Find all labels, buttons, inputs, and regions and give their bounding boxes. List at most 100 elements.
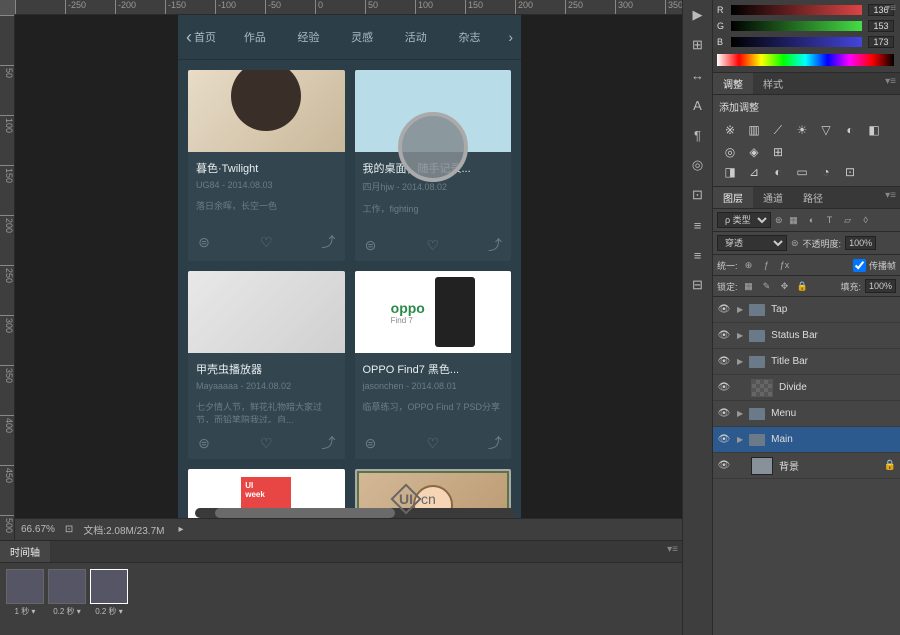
scrollbar-horizontal[interactable] [195,508,515,518]
visibility-icon[interactable]: 👁 [717,382,731,393]
layer-item[interactable]: 👁Divide [713,375,900,401]
b-value[interactable]: 173 [868,36,894,48]
g-slider[interactable] [731,21,862,31]
tool-icon[interactable]: A [687,94,709,116]
vibrance-icon[interactable]: ▽ [817,122,835,138]
card[interactable]: 我的桌面，随手记录...四月hjw - 2014.08.02工作，fightin… [355,70,512,261]
tool-icon[interactable]: ↔ [687,64,709,86]
panel-menu-icon[interactable]: ▾≡ [881,73,900,94]
panel-menu-icon[interactable]: ▾≡ [663,541,682,562]
tab-layers[interactable]: 图层 [713,187,753,208]
zoom-level[interactable]: 66.67% [21,524,55,535]
comment-icon[interactable]: ⊜ [363,237,379,253]
expand-icon[interactable]: ▶ [737,435,743,444]
tool-icon[interactable]: ≡ [687,214,709,236]
comment-icon[interactable]: ⊜ [363,435,379,451]
tab-styles[interactable]: 样式 [753,73,793,94]
nav-back[interactable]: 首页 [186,27,216,48]
scroll-thumb[interactable] [215,508,395,518]
tab-paths[interactable]: 路径 [793,187,833,208]
timeline-frame[interactable]: 0.2 秒 ▾ [90,569,128,617]
layer-item[interactable]: 👁▶Tap [713,297,900,323]
fill-value[interactable]: 100% [865,279,896,293]
layer-item[interactable]: 👁▶Menu [713,401,900,427]
expand-icon[interactable]: ▶ [737,357,743,366]
layer-item[interactable]: 👁背景🔒 [713,453,900,479]
channel-mixer-icon[interactable]: ◈ [745,144,763,160]
lock-trans-icon[interactable]: ▦ [742,279,756,293]
nav-tab[interactable]: 经验 [297,29,319,45]
gradient-map-icon[interactable]: ▭ [793,164,811,180]
unify-vis-icon[interactable]: ƒ [760,258,774,272]
visibility-icon[interactable]: 👁 [717,304,731,315]
design-canvas[interactable]: 首页 作品经验灵感活动杂志 › 暮色·TwilightUG84 - 2014.0… [178,15,521,540]
visibility-icon[interactable]: 👁 [717,434,731,445]
propagate-checkbox[interactable] [853,259,866,272]
filter-pixel-icon[interactable]: ▦ [787,213,801,227]
lookup-icon[interactable]: ⊞ [769,144,787,160]
tool-icon[interactable]: ▶ [687,4,709,26]
canvas-area[interactable]: 首页 作品经验灵感活动杂志 › 暮色·TwilightUG84 - 2014.0… [15,15,682,540]
share-icon[interactable]: ⤴ [487,435,503,451]
tab-channels[interactable]: 通道 [753,187,793,208]
opacity-value[interactable]: 100% [845,236,876,250]
share-icon[interactable]: ⤴ [321,234,337,250]
tool-icon[interactable]: ◎ [687,154,709,176]
filter-smart-icon[interactable]: ◊ [859,213,873,227]
nav-tab[interactable]: 灵感 [351,29,373,45]
brightness-icon[interactable]: ※ [721,122,739,138]
curves-icon[interactable]: ⟋ [769,122,787,138]
levels-icon[interactable]: ▥ [745,122,763,138]
frame-duration[interactable]: 0.2 秒 ▾ [53,606,81,617]
frame-duration[interactable]: 1 秒 ▾ [15,606,36,617]
like-icon[interactable]: ♡ [258,435,274,451]
g-value[interactable]: 153 [868,20,894,32]
card[interactable]: oppoFind 7OPPO Find7 黑色...jasonchen - 20… [355,271,512,459]
timeline-frame[interactable]: 1 秒 ▾ [6,569,44,617]
layer-list[interactable]: 👁▶Tap👁▶Status Bar👁▶Title Bar👁Divide👁▶Men… [713,297,900,635]
panel-menu-icon[interactable]: ▾≡ [881,187,900,208]
spectrum-bar[interactable] [717,54,894,66]
bw-icon[interactable]: ◧ [865,122,883,138]
layer-item[interactable]: 👁▶Main [713,427,900,453]
like-icon[interactable]: ♡ [425,237,441,253]
exposure-icon[interactable]: ☀ [793,122,811,138]
nav-tab[interactable]: 活动 [405,29,427,45]
filter-shape-icon[interactable]: ▱ [841,213,855,227]
r-slider[interactable] [731,5,862,15]
unify-style-icon[interactable]: ƒx [778,258,792,272]
tool-icon[interactable]: ⊟ [687,274,709,296]
lock-all-icon[interactable]: 🔒 [796,279,810,293]
filter-adjust-icon[interactable]: ◐ [805,213,819,227]
filter-type-icon[interactable]: T [823,213,837,227]
layer-item[interactable]: 👁▶Status Bar [713,323,900,349]
tab-timeline[interactable]: 时间轴 [0,541,50,562]
lock-pixels-icon[interactable]: ✎ [760,279,774,293]
like-icon[interactable]: ♡ [258,234,274,250]
visibility-icon[interactable]: 👁 [717,408,731,419]
selective-icon[interactable]: ◔ [817,164,835,180]
visibility-icon[interactable]: 👁 [717,356,731,367]
tool-icon[interactable]: ¶ [687,124,709,146]
visibility-icon[interactable]: 👁 [717,330,731,341]
comment-icon[interactable]: ⊜ [196,435,212,451]
unify-pos-icon[interactable]: ⊕ [742,258,756,272]
like-icon[interactable]: ♡ [425,435,441,451]
frame-duration[interactable]: 0.2 秒 ▾ [95,606,123,617]
hue-icon[interactable]: ◐ [841,122,859,138]
layer-item[interactable]: 👁▶Title Bar [713,349,900,375]
expand-icon[interactable]: ▶ [737,331,743,340]
timeline-frame[interactable]: 0.2 秒 ▾ [48,569,86,617]
comment-icon[interactable]: ⊜ [196,234,212,250]
threshold-icon[interactable]: ◐ [769,164,787,180]
tool-icon[interactable]: ⊞ [687,34,709,56]
nav-tab[interactable]: 作品 [244,29,266,45]
invert-icon[interactable]: ◨ [721,164,739,180]
blend-mode-select[interactable]: 穿透 [717,235,787,251]
expand-icon[interactable]: ▶ [737,409,743,418]
zoom-icon[interactable]: ⊡ [65,524,73,535]
share-icon[interactable]: ⤴ [487,237,503,253]
posterize-icon[interactable]: ⊿ [745,164,763,180]
tab-adjust[interactable]: 调整 [713,73,753,94]
expand-icon[interactable]: ▶ [737,305,743,314]
